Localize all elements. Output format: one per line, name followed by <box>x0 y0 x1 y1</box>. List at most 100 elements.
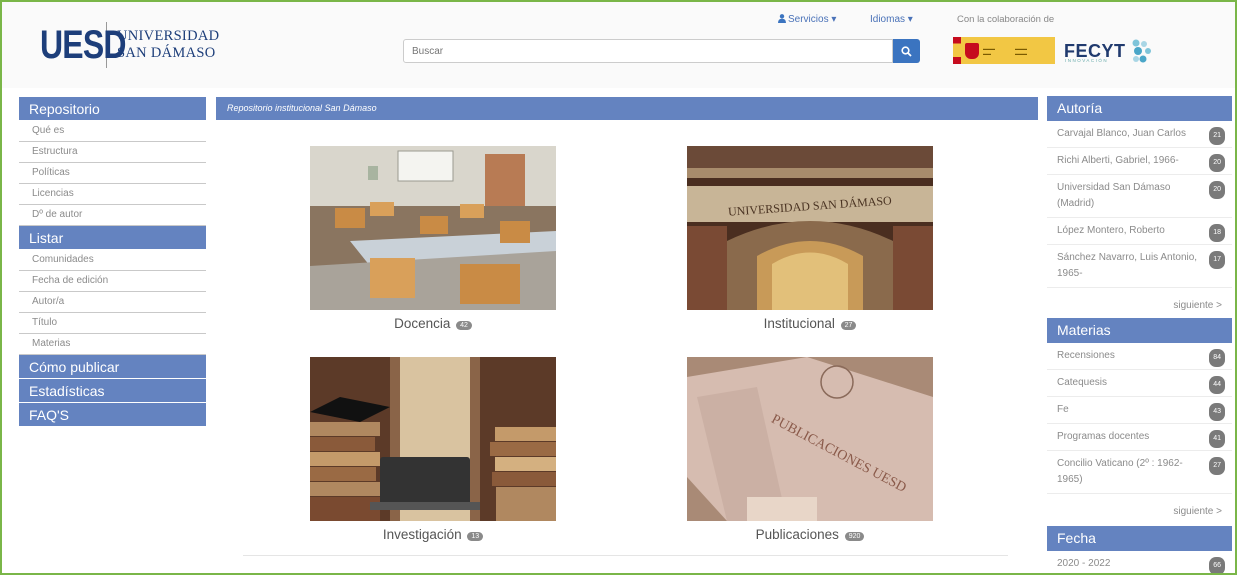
sidebar-head-como-publicar[interactable]: Cómo publicar <box>19 355 206 379</box>
facet-item-label: López Montero, Roberto <box>1057 225 1165 236</box>
facet-item[interactable]: Carvajal Blanco, Juan Carlos 21 <box>1047 121 1232 148</box>
facet-item[interactable]: Fe 43 <box>1047 397 1232 424</box>
breadcrumb[interactable]: Repositorio institucional San Dámaso <box>216 97 1038 120</box>
facet-item-label: Universidad San Dámaso (Madrid) <box>1057 182 1171 209</box>
tile-caption: Docencia 42 <box>310 316 556 331</box>
idiomas-menu[interactable]: Idiomas ▾ <box>870 14 913 25</box>
logo-line2: SAN DÁMASO <box>117 45 216 61</box>
facet-item[interactable]: López Montero, Roberto 18 <box>1047 218 1232 245</box>
sidebar-item-derechos-autor[interactable]: Dº de autor <box>19 205 206 226</box>
count-badge: 18 <box>1209 224 1225 242</box>
coat-of-arms-icon <box>965 42 979 59</box>
sidebar-item-titulo[interactable]: Título <box>19 313 206 334</box>
facet-item[interactable]: Concilio Vaticano (2º : 1962-1965) 27 <box>1047 451 1232 494</box>
count-badge: 920 <box>844 532 865 541</box>
facet-item-label: Sánchez Navarro, Luis Antonio, 1965- <box>1057 252 1198 279</box>
autoria-next-link[interactable]: siguiente > <box>1047 288 1232 319</box>
left-sidebar: Repositorio Qué es Estructura Políticas … <box>19 97 206 427</box>
tile-caption: Investigación 13 <box>310 527 556 542</box>
uesd-logo[interactable]: UESD UNIVERSIDAD SAN DÁMASO <box>40 22 219 68</box>
sidebar-item-materias[interactable]: Materias <box>19 334 206 355</box>
tile-publicaciones[interactable]: PUBLICACIONES UESD Publicaciones 920 <box>687 357 933 542</box>
facet-item-label: Catequesis <box>1057 377 1108 388</box>
search-bar <box>403 39 920 63</box>
library-books-image[interactable] <box>310 357 556 521</box>
sidebar-head-estadisticas[interactable]: Estadísticas <box>19 379 206 403</box>
logo-mark: UESD <box>40 22 127 67</box>
count-badge: 66 <box>1209 557 1225 575</box>
count-badge: 20 <box>1209 181 1225 199</box>
count-badge: 17 <box>1209 251 1225 269</box>
tile-label: Investigación <box>382 527 462 542</box>
facet-item-label: Carvajal Blanco, Juan Carlos <box>1057 128 1186 139</box>
count-badge: 44 <box>1209 376 1225 394</box>
fecyt-logo: FECYT INNOVACIÓN <box>1064 38 1154 64</box>
facet-materias: Materias Recensiones 84 Catequesis 44 Fe 43… <box>1047 318 1232 525</box>
search-icon <box>901 45 912 57</box>
ministry-mark: ▬▬▬ ▬▬ <box>983 45 995 56</box>
tile-label: Institucional <box>763 316 835 331</box>
count-badge: 13 <box>467 532 484 541</box>
servicios-menu[interactable]: Servicios ▾ <box>778 14 836 25</box>
facet-item-label: 2020 - 2022 <box>1057 558 1111 569</box>
facet-autoria: Autoría Carvajal Blanco, Juan Carlos 21 R… <box>1047 96 1232 319</box>
facet-item[interactable]: Universidad San Dámaso (Madrid) 20 <box>1047 175 1232 218</box>
count-badge: 84 <box>1209 349 1225 367</box>
facet-item[interactable]: Catequesis 44 <box>1047 370 1232 397</box>
facet-fecha-title: Fecha <box>1047 526 1232 551</box>
facet-item[interactable]: Sánchez Navarro, Luis Antonio, 1965- 17 <box>1047 245 1232 288</box>
facet-fecha: Fecha 2020 - 2022 66 <box>1047 526 1232 575</box>
building-entrance-image[interactable]: UNIVERSIDAD SAN DÁMASO <box>687 146 933 310</box>
sidebar-item-comunidades[interactable]: Comunidades <box>19 250 206 271</box>
count-badge: 21 <box>1209 127 1225 145</box>
tile-institucional[interactable]: UNIVERSIDAD SAN DÁMASO Institucional 27 <box>687 146 933 331</box>
sidebar-item-politicas[interactable]: Políticas <box>19 163 206 184</box>
sidebar-item-fecha-edicion[interactable]: Fecha de edición <box>19 271 206 292</box>
sidebar-item-que-es[interactable]: Qué es <box>19 121 206 142</box>
classroom-image[interactable] <box>310 146 556 310</box>
facet-item-label: Concilio Vaticano (2º : 1962-1965) <box>1057 458 1183 485</box>
building-illustration: UNIVERSIDAD SAN DÁMASO <box>687 146 933 310</box>
user-icon <box>778 14 786 23</box>
tile-docencia[interactable]: Docencia 42 <box>310 146 556 331</box>
facet-item[interactable]: Programas docentes 41 <box>1047 424 1232 451</box>
publications-book-image[interactable]: PUBLICACIONES UESD <box>687 357 933 521</box>
fecyt-subtitle: INNOVACIÓN <box>1065 58 1109 63</box>
logo-line1: UNIVERSIDAD <box>117 28 220 44</box>
logo-text: UNIVERSIDAD SAN DÁMASO <box>117 28 219 62</box>
facet-materias-title: Materias <box>1047 318 1232 343</box>
sidebar-head-listar[interactable]: Listar <box>19 226 206 250</box>
search-input[interactable] <box>403 39 893 63</box>
tile-investigacion[interactable]: Investigación 13 <box>310 357 556 542</box>
count-badge: 27 <box>1209 457 1225 475</box>
library-illustration <box>310 357 556 521</box>
servicios-label: Servicios ▾ <box>788 14 837 25</box>
colaboracion-label: Con la colaboración de <box>957 14 1055 25</box>
facet-item-label: Programas docentes <box>1057 431 1150 442</box>
count-badge: 20 <box>1209 154 1225 172</box>
sidebar-item-autor[interactable]: Autor/a <box>19 292 206 313</box>
facet-item[interactable]: 2020 - 2022 66 <box>1047 551 1232 575</box>
tile-label: Docencia <box>394 316 451 331</box>
tile-caption: Institucional 27 <box>687 316 933 331</box>
sidebar-head-repositorio[interactable]: Repositorio <box>19 97 206 121</box>
count-badge: 43 <box>1209 403 1225 421</box>
materias-next-link[interactable]: siguiente > <box>1047 494 1232 525</box>
facet-item[interactable]: Richi Alberti, Gabriel, 1966- 20 <box>1047 148 1232 175</box>
publications-illustration: PUBLICACIONES UESD <box>687 357 933 521</box>
facet-item-label: Fe <box>1057 404 1069 415</box>
facet-item[interactable]: Recensiones 84 <box>1047 343 1232 370</box>
content-divider <box>243 555 1008 556</box>
facet-item-label: Recensiones <box>1057 350 1115 361</box>
fecyt-dots-icon <box>1132 39 1151 63</box>
search-button[interactable] <box>893 39 920 63</box>
site-header: UESD UNIVERSIDAD SAN DÁMASO Servicios ▾ … <box>2 2 1235 88</box>
tile-label: Publicaciones <box>755 527 839 542</box>
classroom-illustration <box>310 146 556 310</box>
count-badge: 27 <box>840 321 857 330</box>
ministry-mark-2: ▬▬▬ ▬▬▬ <box>1015 45 1027 56</box>
sidebar-item-estructura[interactable]: Estructura <box>19 142 206 163</box>
count-badge: 42 <box>456 321 472 330</box>
sidebar-item-licencias[interactable]: Licencias <box>19 184 206 205</box>
sidebar-head-faqs[interactable]: FAQ'S <box>19 403 206 427</box>
